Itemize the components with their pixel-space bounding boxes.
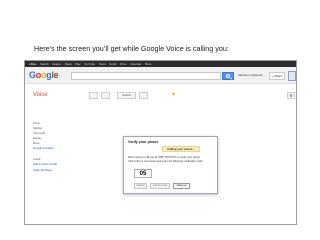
topbar-link-you[interactable]: +You xyxy=(29,62,36,66)
call-me-now-button[interactable]: Call me now xyxy=(150,183,170,189)
topbar-link-gmail[interactable]: Gmail xyxy=(109,62,116,66)
google-voice-screenshot: +You Search Images Maps Play YouTube New… xyxy=(24,60,297,225)
cursor-icon: ▾ xyxy=(172,92,176,98)
caption: Here’s the screen you’ll get while Googl… xyxy=(34,44,229,53)
select-checkbox-button[interactable] xyxy=(89,92,98,99)
search-button[interactable] xyxy=(222,72,234,80)
voice-numbers-link[interactable]: Voice Numbers xyxy=(33,168,73,174)
refresh-button[interactable] xyxy=(101,92,110,99)
search-input[interactable] xyxy=(71,72,221,80)
app-title[interactable]: Voice xyxy=(33,92,48,98)
actions-button[interactable]: Actions xyxy=(117,92,136,99)
avatar[interactable] xyxy=(288,71,296,81)
dialog-title: Verify your phone xyxy=(128,140,159,144)
topbar-link-search[interactable]: Search xyxy=(40,62,49,66)
topbar-link-maps[interactable]: Maps xyxy=(65,62,72,66)
gear-icon[interactable]: ⚙ xyxy=(287,92,295,99)
hang-up-button[interactable]: Hang up xyxy=(173,183,190,189)
topbar-link-calendar[interactable]: Calendar xyxy=(130,62,141,66)
topbar-link-news[interactable]: News xyxy=(99,62,106,66)
topbar-link-images[interactable]: Images xyxy=(52,62,61,66)
share-button[interactable]: + Share xyxy=(269,72,285,80)
verify-phone-dialog: Verify your phone Calling your phone... … xyxy=(123,136,218,194)
more-menu-button[interactable] xyxy=(139,92,148,99)
google-logo[interactable]: Google xyxy=(29,70,59,80)
dialog-message-line-2: Click Call me now below and enter the fo… xyxy=(128,160,204,163)
cancel-button[interactable]: Cancel xyxy=(134,183,147,189)
header: Google harrison.m@gmail + Share xyxy=(25,67,296,84)
topbar-link-more[interactable]: More xyxy=(145,62,151,66)
sidebar: Inbox Starred Voicemail History More Goo… xyxy=(33,121,73,174)
topbar-link-drive[interactable]: Drive xyxy=(120,62,127,66)
calling-status-badge: Calling your phone... xyxy=(162,146,200,152)
topbar-link-play[interactable]: Play xyxy=(75,62,80,66)
verification-code: 05 xyxy=(134,169,152,178)
dialog-message: We're going to call you at (785) 748-XXX… xyxy=(128,156,216,164)
user-name[interactable]: harrison.m@gmail xyxy=(238,73,262,77)
topbar-link-youtube[interactable]: YouTube xyxy=(84,62,95,66)
